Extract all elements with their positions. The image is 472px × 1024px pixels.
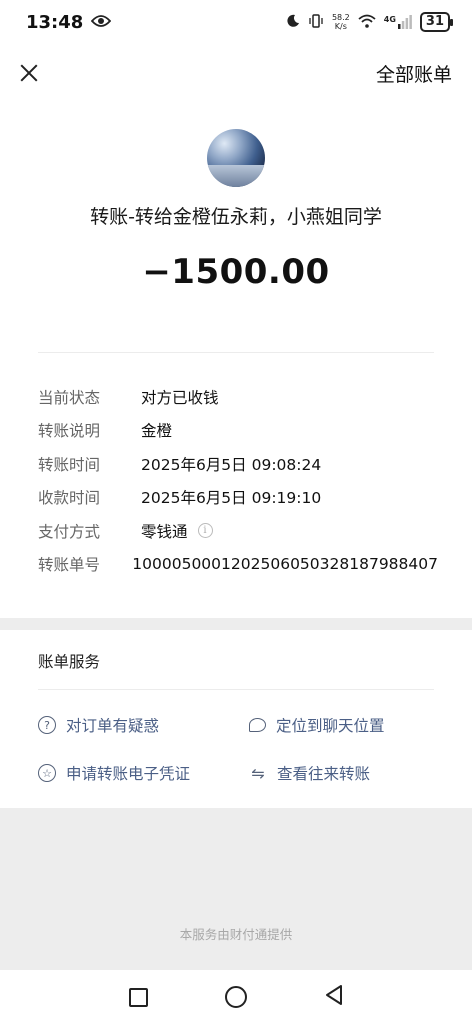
- detail-row-status: 当前状态 对方已收钱: [38, 380, 438, 414]
- services-title: 账单服务: [38, 653, 101, 671]
- star-badge-icon: ☆: [38, 764, 56, 782]
- detail-label: 当前状态: [38, 388, 101, 407]
- status-time: 13:48: [26, 11, 84, 33]
- top-bar: 全部账单: [0, 44, 472, 102]
- apply-voucher-button[interactable]: ☆ 申请转账电子凭证: [38, 762, 190, 784]
- detail-label: 收款时间: [38, 489, 101, 508]
- divider: [38, 689, 434, 690]
- system-nav-bar: [0, 970, 472, 1024]
- payment-method-text: 零钱通: [141, 522, 188, 541]
- status-bar: 13:48 58.2 K/s 4G 31: [0, 0, 472, 44]
- all-bills-link[interactable]: 全部账单: [376, 60, 452, 87]
- signal-icon: 4G: [384, 15, 412, 29]
- detail-label: 支付方式: [38, 522, 101, 541]
- view-transfers-button[interactable]: ⇋ 查看往来转账: [249, 762, 370, 784]
- eye-icon: [91, 12, 112, 33]
- provider-footer: 本服务由财付通提供: [179, 927, 293, 942]
- close-icon[interactable]: [14, 58, 44, 88]
- order-question-button[interactable]: ? 对订单有疑惑: [38, 714, 159, 736]
- net-speed: 58.2 K/s: [331, 13, 350, 31]
- detail-value: 2025年6月5日 09:19:10: [141, 489, 322, 508]
- recent-apps-icon[interactable]: [128, 987, 148, 1007]
- wifi-icon: [358, 14, 376, 31]
- detail-label: 转账单号: [38, 556, 101, 575]
- swap-arrows-icon: ⇋: [251, 763, 265, 783]
- locate-chat-button[interactable]: 定位到聊天位置: [249, 714, 385, 736]
- transfer-amount: −1500.00: [142, 252, 330, 292]
- service-label: 申请转账电子凭证: [66, 765, 191, 783]
- detail-label: 转账说明: [38, 422, 101, 441]
- transfer-title: 转账-转给金橙伍永莉，小燕姐同学: [90, 206, 382, 228]
- detail-row-payment-method: 支付方式 零钱通 i: [38, 514, 438, 548]
- battery-indicator: 31: [419, 12, 454, 32]
- service-label: 查看往来转账: [277, 765, 371, 783]
- detail-list: 当前状态 对方已收钱 转账说明 金橙 转账时间 2025年6月5日 09:08:…: [38, 380, 438, 581]
- home-icon[interactable]: [224, 986, 247, 1008]
- detail-value: 金橙: [141, 422, 173, 441]
- detail-value: 对方已收钱: [141, 388, 219, 407]
- detail-row-order-number: 转账单号 1000050001202506050328187988407: [38, 548, 438, 582]
- question-icon: ?: [38, 716, 56, 734]
- detail-row-note: 转账说明 金橙: [38, 414, 438, 448]
- detail-value: 零钱通 i: [141, 520, 213, 542]
- service-label: 定位到聊天位置: [276, 717, 385, 735]
- transfer-detail-card: 转账-转给金橙伍永莉，小燕姐同学 −1500.00 当前状态 对方已收钱 转账说…: [0, 102, 472, 618]
- chat-bubble-icon: [249, 718, 266, 732]
- vibrate-icon: [308, 13, 324, 31]
- divider: [38, 352, 434, 353]
- detail-row-transfer-time: 转账时间 2025年6月5日 09:08:24: [38, 447, 438, 481]
- detail-value: 1000050001202506050328187988407: [132, 555, 438, 574]
- detail-row-receive-time: 收款时间 2025年6月5日 09:19:10: [38, 481, 438, 515]
- detail-value: 2025年6月5日 09:08:24: [141, 455, 322, 474]
- moon-icon: [286, 14, 300, 31]
- info-icon[interactable]: i: [197, 523, 213, 539]
- back-icon[interactable]: [324, 984, 344, 1010]
- service-label: 对订单有疑惑: [66, 717, 160, 735]
- detail-label: 转账时间: [38, 455, 101, 474]
- bill-services-card: 账单服务 ? 对订单有疑惑 定位到聊天位置 ☆ 申请转账电子凭证 ⇋ 查看往来转…: [0, 630, 472, 808]
- avatar: [207, 129, 265, 187]
